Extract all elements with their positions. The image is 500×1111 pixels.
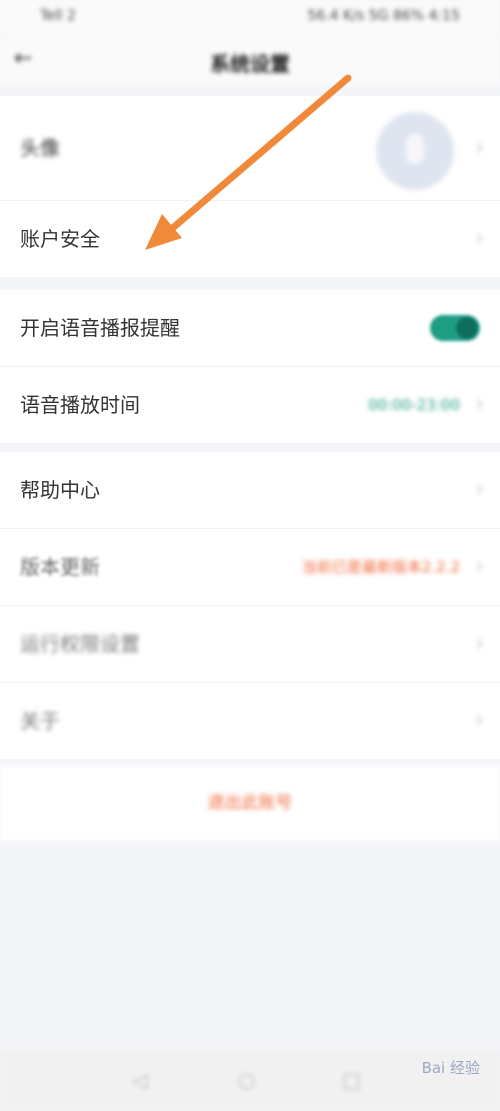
- row-label: 头像: [20, 136, 60, 160]
- page-title: 系统设置: [210, 52, 290, 76]
- settings-group-2: 开启语音播报提醒 语音播放时间 00:00-23:00 ›: [0, 290, 500, 443]
- recents-nav-icon[interactable]: □: [342, 1068, 361, 1092]
- back-nav-icon[interactable]: ◁: [132, 1068, 147, 1092]
- logout-button[interactable]: 退出此账号: [0, 765, 500, 841]
- row-avatar[interactable]: 头像 ›: [0, 96, 500, 201]
- baidu-watermark: Bai 经验: [421, 1059, 480, 1077]
- chevron-right-icon: ›: [475, 392, 484, 417]
- home-nav-icon[interactable]: ○: [238, 1068, 255, 1092]
- row-permission-settings[interactable]: 运行权限设置 ›: [0, 606, 500, 683]
- settings-group-3: 帮助中心 › 版本更新 当前已是最新版本2.2.2 › 运行权限设置 › 关于 …: [0, 452, 500, 759]
- nav-bar: ← 系统设置: [0, 36, 500, 86]
- carrier-text: Tell 2: [40, 8, 76, 24]
- chevron-right-icon: ›: [475, 708, 484, 733]
- row-label: 关于: [20, 709, 60, 733]
- row-label: 开启语音播报提醒: [20, 316, 180, 340]
- version-value: 当前已是最新版本2.2.2: [301, 558, 460, 576]
- row-version-update[interactable]: 版本更新 当前已是最新版本2.2.2 ›: [0, 529, 500, 606]
- row-voice-time[interactable]: 语音播放时间 00:00-23:00 ›: [0, 367, 500, 443]
- status-indicators: 56.4 K/s 5G 86% 4:15: [307, 8, 460, 24]
- chevron-right-icon: ›: [475, 135, 484, 160]
- chevron-right-icon: ›: [475, 554, 484, 579]
- row-voice-toggle[interactable]: 开启语音播报提醒: [0, 290, 500, 367]
- row-label: 语音播放时间: [20, 393, 140, 417]
- avatar: [376, 112, 454, 190]
- row-label: 运行权限设置: [20, 632, 140, 656]
- row-label: 帮助中心: [20, 478, 100, 502]
- row-account-security[interactable]: 账户安全 ›: [0, 201, 500, 277]
- chevron-right-icon: ›: [475, 631, 484, 656]
- row-about[interactable]: 关于 ›: [0, 683, 500, 759]
- chevron-right-icon: ›: [475, 477, 484, 502]
- row-help-center[interactable]: 帮助中心 ›: [0, 452, 500, 529]
- row-label: 版本更新: [20, 555, 100, 579]
- chevron-right-icon: ›: [475, 226, 484, 251]
- status-bar: Tell 2 56.4 K/s 5G 86% 4:15: [0, 0, 500, 36]
- settings-group-1: 头像 › 账户安全 ›: [0, 96, 500, 277]
- voice-time-value: 00:00-23:00: [368, 396, 460, 414]
- row-label: 账户安全: [20, 227, 100, 251]
- voice-toggle[interactable]: [430, 315, 480, 341]
